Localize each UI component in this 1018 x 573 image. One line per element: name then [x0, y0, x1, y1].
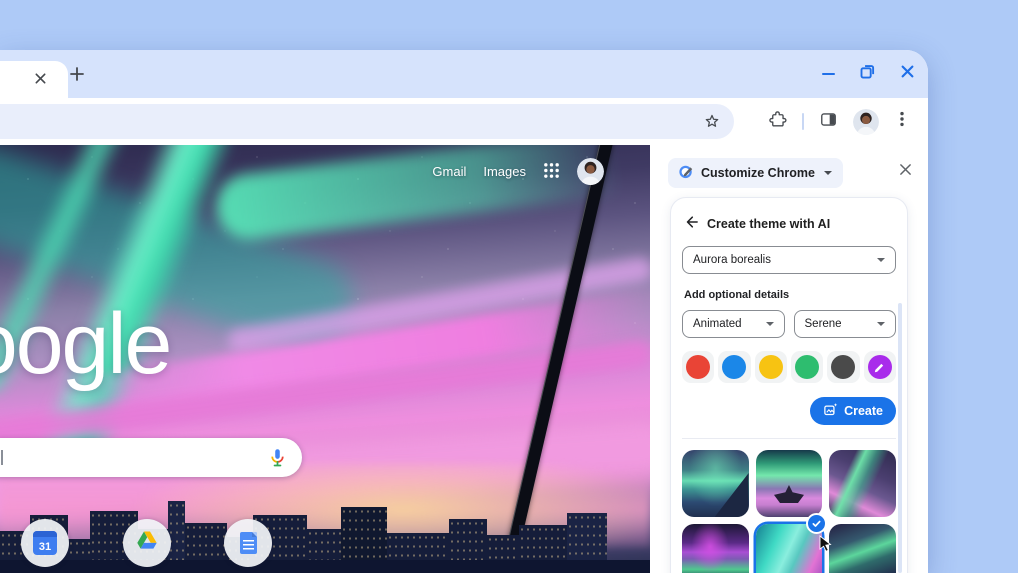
chevron-down-icon: [877, 322, 885, 326]
window-close-button[interactable]: [900, 64, 915, 84]
gmail-link[interactable]: Gmail: [432, 164, 466, 179]
card-title-row: Create theme with AI: [684, 215, 894, 232]
chevron-down-icon: [877, 258, 885, 262]
custom-color-swatch[interactable]: [863, 351, 896, 383]
browser-content: Gmail Images Google: [0, 145, 928, 573]
optional-details-label: Add optional details: [684, 289, 790, 301]
calendar-icon: 31: [33, 531, 57, 555]
google-logo: Google: [0, 296, 172, 392]
panel-scrollbar[interactable]: [898, 303, 902, 573]
new-tab-button[interactable]: [69, 66, 85, 87]
docs-icon: [239, 532, 257, 554]
mood-select[interactable]: Animated: [682, 310, 785, 338]
city-skyline: [0, 495, 650, 573]
images-link[interactable]: Images: [483, 164, 526, 179]
browser-window: Gmail Images Google: [0, 50, 928, 573]
search-input[interactable]: [0, 438, 302, 477]
side-panel-icon[interactable]: [819, 110, 838, 134]
mouse-cursor: [819, 535, 832, 557]
bookmark-star-icon[interactable]: [703, 112, 721, 135]
back-arrow-icon[interactable]: [684, 215, 698, 232]
desktop-background: Gmail Images Google: [0, 0, 1018, 573]
color-swatches: [682, 351, 896, 383]
ntp-header: Gmail Images: [432, 158, 604, 185]
text-caret: [1, 450, 3, 465]
image-sparkle-icon: [823, 402, 838, 420]
tab-close-icon[interactable]: [34, 72, 47, 90]
shortcut-google-calendar[interactable]: 31: [21, 519, 69, 567]
theme-thumbnail[interactable]: [829, 524, 896, 573]
account-avatar[interactable]: [577, 158, 604, 185]
create-theme-card: Create theme with AI Aurora borealis Add…: [670, 197, 908, 573]
theme-thumbnail[interactable]: [755, 513, 832, 573]
customize-chrome-icon: [679, 164, 694, 182]
color-swatch-yellow[interactable]: [754, 351, 787, 383]
pencil-icon: [875, 363, 884, 372]
divider: [682, 438, 896, 439]
create-row: Create: [682, 397, 896, 425]
theme-results-grid: [682, 450, 896, 573]
customize-chrome-header[interactable]: Customize Chrome: [668, 158, 843, 188]
apps-grid-icon[interactable]: [543, 162, 560, 182]
detail-selects-row: Animated Serene: [682, 310, 896, 338]
theme-thumbnail[interactable]: [829, 450, 896, 517]
color-swatch-gray[interactable]: [827, 351, 860, 383]
shortcut-google-docs[interactable]: [224, 519, 272, 567]
shortcut-google-drive[interactable]: [123, 519, 171, 567]
active-tab[interactable]: [0, 61, 68, 98]
theme-thumbnail[interactable]: [755, 450, 823, 517]
browser-toolbar: [0, 98, 928, 145]
customize-chrome-title: Customize Chrome: [701, 166, 815, 180]
style-select[interactable]: Serene: [793, 310, 896, 338]
theme-thumbnail[interactable]: [682, 450, 749, 517]
tab-strip: [0, 50, 928, 98]
window-restore-button[interactable]: [860, 64, 875, 84]
theme-subject-select[interactable]: Aurora borealis: [682, 246, 896, 274]
color-swatch-blue[interactable]: [718, 351, 751, 383]
address-bar[interactable]: [0, 104, 734, 139]
panel-close-icon[interactable]: [899, 163, 912, 181]
window-controls: [822, 50, 915, 98]
drive-icon: [135, 530, 159, 557]
selected-check-badge: [806, 513, 828, 534]
new-tab-page: Gmail Images Google: [0, 145, 650, 573]
toolbar-divider: [802, 113, 804, 130]
theme-thumbnail[interactable]: [682, 524, 749, 573]
card-title: Create theme with AI: [707, 216, 831, 231]
window-minimize-button[interactable]: [822, 72, 835, 76]
color-swatch-green[interactable]: [790, 351, 824, 383]
browser-menu-icon[interactable]: [894, 111, 910, 132]
chevron-down-icon: [823, 171, 832, 175]
voice-search-mic-icon[interactable]: [267, 447, 288, 473]
profile-avatar[interactable]: [853, 108, 879, 135]
chevron-down-icon: [765, 322, 774, 326]
toolbar-actions: [768, 98, 910, 145]
color-swatch-red[interactable]: [682, 351, 715, 383]
customize-chrome-panel: Customize Chrome Create theme with AI Au…: [650, 145, 928, 573]
create-button[interactable]: Create: [810, 397, 896, 425]
extensions-icon[interactable]: [768, 110, 787, 134]
